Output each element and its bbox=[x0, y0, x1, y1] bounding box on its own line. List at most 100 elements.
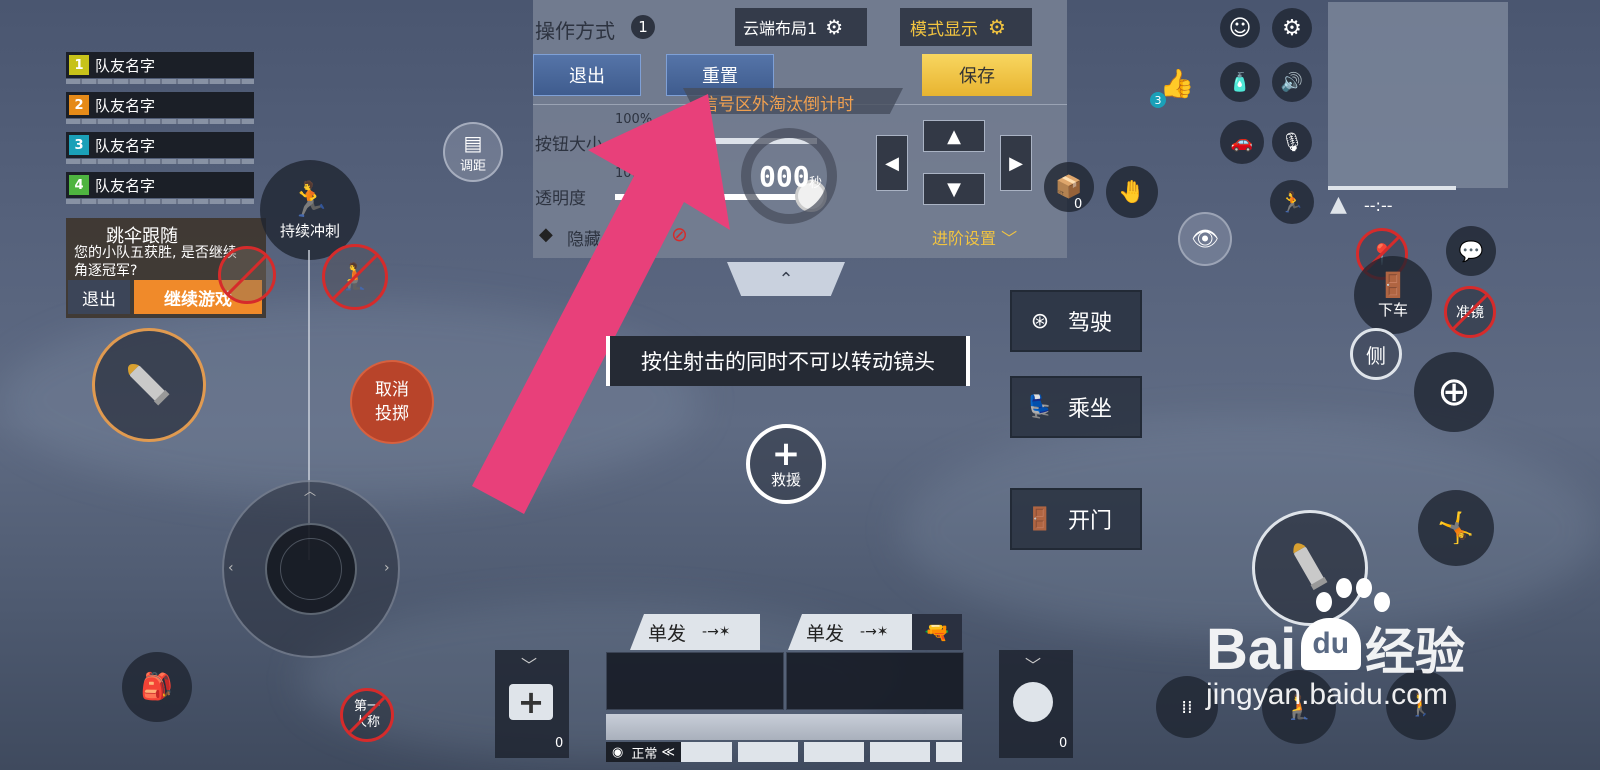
rescue-label: 救援 bbox=[770, 470, 801, 489]
joystick-arrow-right-icon: › bbox=[384, 560, 390, 576]
teammate-number: 1 bbox=[69, 55, 89, 75]
microphone-button[interactable]: 🎙 bbox=[1272, 122, 1312, 162]
weapon1-fire-mode-tab[interactable]: 单发 -→✶ bbox=[630, 614, 760, 650]
crouch-disabled-icon[interactable]: 🧎 bbox=[322, 244, 388, 310]
single-shot-icon: -→✶ bbox=[860, 624, 889, 640]
popup-exit-button[interactable]: 退出 bbox=[68, 280, 130, 314]
side-aim-button[interactable]: 侧 bbox=[1350, 328, 1402, 380]
free-look-button[interactable]: 👁 bbox=[1178, 212, 1232, 266]
advanced-settings-link[interactable]: 进阶设置 ﹀ bbox=[932, 225, 1017, 249]
rescue-button[interactable]: + 救援 bbox=[746, 424, 826, 504]
gear-icon: ⚙ bbox=[1282, 15, 1302, 41]
gear-icon: ⚙ bbox=[988, 15, 1006, 39]
paw-logo bbox=[1316, 578, 1390, 638]
advanced-settings-label: 进阶设置 bbox=[932, 229, 997, 248]
teammate-name: 队友名字 bbox=[95, 176, 156, 195]
spray-button[interactable]: 🧴 bbox=[1220, 62, 1260, 102]
sprint-icon: 🏃 bbox=[288, 179, 332, 220]
speaker-icon: 🔊 bbox=[1280, 71, 1304, 93]
status-text: 正常 bbox=[631, 746, 658, 762]
weapon2-fire-mode-tab[interactable]: 单发 -→✶ bbox=[788, 614, 912, 650]
drive-label: 驾驶 bbox=[1068, 311, 1113, 336]
minimap[interactable] bbox=[1328, 2, 1508, 188]
gesture-button[interactable]: 🤚 bbox=[1106, 166, 1158, 218]
countdown-unit: 秒 bbox=[809, 176, 823, 191]
arrow-down-button[interactable]: ▼ bbox=[923, 173, 985, 205]
aim-button[interactable]: ⊕ bbox=[1414, 352, 1494, 432]
medkit-slot[interactable]: ﹀ + 0 bbox=[495, 650, 569, 758]
chat-button[interactable]: 💬 bbox=[1446, 226, 1496, 276]
backpack-button[interactable]: 🎒 bbox=[122, 652, 192, 722]
crouch-icon: 🧎 bbox=[338, 262, 372, 292]
joystick-arrow-left-icon: ‹ bbox=[228, 560, 234, 576]
joystick-knob[interactable] bbox=[265, 523, 357, 615]
status-bar: ◉ 正常 ≪ bbox=[606, 742, 962, 762]
sprint-label: 持续冲刺 bbox=[279, 221, 340, 240]
scope-button[interactable]: 准镜 bbox=[1444, 286, 1496, 338]
cloud-layout-button[interactable]: 云端布局1 ⚙ bbox=[735, 8, 867, 46]
hand-icon: 🤚 bbox=[1118, 179, 1146, 205]
arrow-left-icon: ◀ bbox=[885, 152, 899, 174]
weapon1-fire-mode: 单发 bbox=[648, 622, 687, 645]
auto-run-button[interactable]: 🏃 bbox=[1270, 180, 1314, 224]
arrow-right-icon: ▶ bbox=[1009, 152, 1023, 174]
arrow-left-button[interactable]: ◀ bbox=[876, 135, 908, 191]
emote-button[interactable]: ☺ bbox=[1220, 8, 1260, 48]
joystick-arrow-up-icon: ︿ bbox=[304, 484, 317, 498]
countdown-value: 000 bbox=[759, 160, 810, 193]
arrow-up-button[interactable]: ▲ bbox=[923, 120, 985, 152]
teammate-row: 1 队友名字 bbox=[66, 52, 254, 78]
shoot-tooltip: 按住射击的同时不可以转动镜头 bbox=[606, 336, 970, 386]
single-shot-icon: -→✶ bbox=[702, 624, 731, 640]
panel-save-button[interactable]: 保存 bbox=[922, 54, 1032, 96]
arrow-up-icon: ▲ bbox=[947, 125, 961, 147]
jump-button[interactable]: 🤸 bbox=[1418, 490, 1494, 566]
teammate-row: 4 队友名字 bbox=[66, 172, 254, 198]
watermark-brand: Bai bbox=[1206, 617, 1297, 682]
speaker-button[interactable]: 🔊 bbox=[1272, 62, 1312, 102]
teammate-number: 4 bbox=[69, 175, 89, 195]
movement-joystick[interactable] bbox=[222, 480, 400, 658]
vehicle-fav-button[interactable]: 🚗 bbox=[1220, 120, 1264, 164]
teammate-health-bar bbox=[66, 199, 254, 204]
supply-box-button[interactable]: 📦 bbox=[1044, 162, 1094, 212]
weapon2-fire-mode: 单发 bbox=[806, 622, 845, 645]
ride-label: 乘坐 bbox=[1068, 397, 1113, 422]
arrow-down-icon: ▼ bbox=[947, 178, 961, 200]
ammo-icon: ⁞⁞ bbox=[1181, 696, 1193, 718]
warning-icon: ▲ bbox=[1330, 192, 1347, 217]
get-off-button[interactable]: 🚪 下车 bbox=[1354, 256, 1432, 334]
minimap-bar bbox=[1328, 186, 1456, 190]
arrow-right-button[interactable]: ▶ bbox=[1000, 135, 1032, 191]
teammate-name: 队友名字 bbox=[95, 56, 156, 75]
medkit-count: 0 bbox=[555, 736, 564, 751]
teammate-health-bar bbox=[66, 119, 254, 124]
box-icon: 📦 bbox=[1055, 174, 1083, 200]
weapon-slot-1[interactable] bbox=[606, 652, 784, 710]
fire-button-left[interactable] bbox=[92, 328, 206, 442]
teammate-number: 2 bbox=[69, 95, 89, 115]
first-person-toggle[interactable]: 第一 人称 bbox=[340, 688, 394, 742]
first-person-label-1: 第一 bbox=[353, 699, 380, 714]
drive-button[interactable]: ⊛ 驾驶 bbox=[1010, 290, 1142, 352]
watermark-url: jingyan.baidu.com bbox=[1206, 678, 1448, 711]
chat-bubble-icon: 💬 bbox=[1458, 239, 1484, 263]
mode-display-button[interactable]: 模式显示 ⚙ bbox=[900, 8, 1032, 46]
spray-can-icon: 🧴 bbox=[1228, 71, 1252, 93]
jump-icon: 🤸 bbox=[1437, 510, 1475, 546]
ride-button[interactable]: 💺 乘坐 bbox=[1010, 376, 1142, 438]
cloud-layout-label: 云端布局1 bbox=[743, 19, 818, 38]
gear-icon: ⚙ bbox=[825, 15, 844, 39]
settings-button[interactable]: ⚙ bbox=[1272, 8, 1312, 48]
rank-chevron-icon: ≪ bbox=[661, 744, 675, 760]
weapon-slot-2[interactable] bbox=[786, 652, 964, 710]
mode-display-label: 模式显示 bbox=[910, 19, 978, 40]
scope-label: 准镜 bbox=[1456, 305, 1484, 321]
eye-icon: 👁 bbox=[1191, 226, 1219, 252]
medkit-icon: + bbox=[509, 683, 553, 721]
grenade-slot[interactable]: ﹀ 0 bbox=[999, 650, 1073, 758]
cancel-throw-button[interactable]: 取消 投掷 bbox=[350, 360, 434, 444]
open-door-button[interactable]: 🚪 开门 bbox=[1010, 488, 1142, 550]
pistol-slot[interactable]: 🔫 bbox=[912, 614, 962, 650]
car-star-icon: 🚗 bbox=[1230, 131, 1254, 153]
